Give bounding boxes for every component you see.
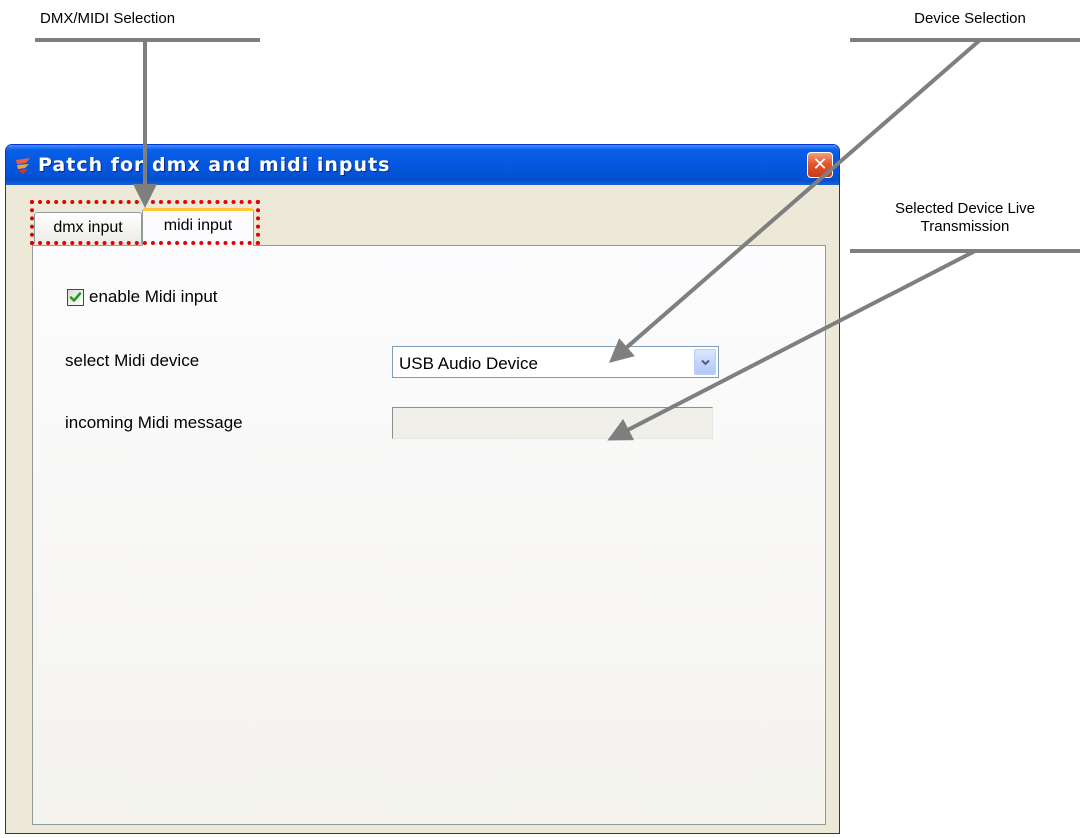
enable-midi-row[interactable]: enable Midi input — [67, 287, 218, 307]
enable-midi-checkbox[interactable] — [67, 288, 84, 306]
callout-dmx-midi-selection: DMX/MIDI Selection — [40, 10, 176, 27]
callout-device-selection: Device Selection — [914, 10, 1026, 27]
incoming-midi-message-field — [392, 407, 713, 439]
select-midi-device-label: select Midi device — [65, 351, 200, 370]
callout-live-transmission-line2: Transmission — [920, 218, 1010, 235]
tab-midi-input[interactable]: midi input — [142, 208, 254, 246]
checkmark-icon — [69, 291, 82, 302]
window-title: Patch for dmx and midi inputs — [38, 154, 391, 176]
screenshot-stage: DMX/MIDI Selection Device Selection Sele… — [0, 0, 1085, 838]
patch-window: Patch for dmx and midi inputs ✕ dmx inpu… — [5, 144, 840, 834]
chevron-down-icon — [701, 359, 710, 366]
callout-live-transmission-line1: Selected Device Live — [894, 200, 1036, 217]
midi-device-select[interactable]: USB Audio Device — [392, 346, 719, 378]
tab-midi-input-label: midi input — [163, 217, 233, 234]
callout-live-transmission: Selected Device Live Transmission — [860, 200, 1070, 236]
dropdown-button[interactable] — [694, 349, 716, 375]
midi-device-value: USB Audio Device — [399, 354, 538, 373]
close-button[interactable]: ✕ — [807, 152, 833, 178]
title-bar[interactable]: Patch for dmx and midi inputs ✕ — [6, 145, 839, 185]
enable-midi-label: enable Midi input — [89, 287, 218, 306]
tab-dmx-input-label: dmx input — [53, 219, 123, 236]
midi-input-panel: enable Midi input select Midi device USB… — [32, 245, 826, 825]
incoming-midi-message-label: incoming Midi message — [65, 413, 243, 432]
app-logo-icon — [14, 157, 32, 175]
tab-dmx-input[interactable]: dmx input — [34, 212, 142, 244]
close-icon: ✕ — [812, 154, 828, 175]
